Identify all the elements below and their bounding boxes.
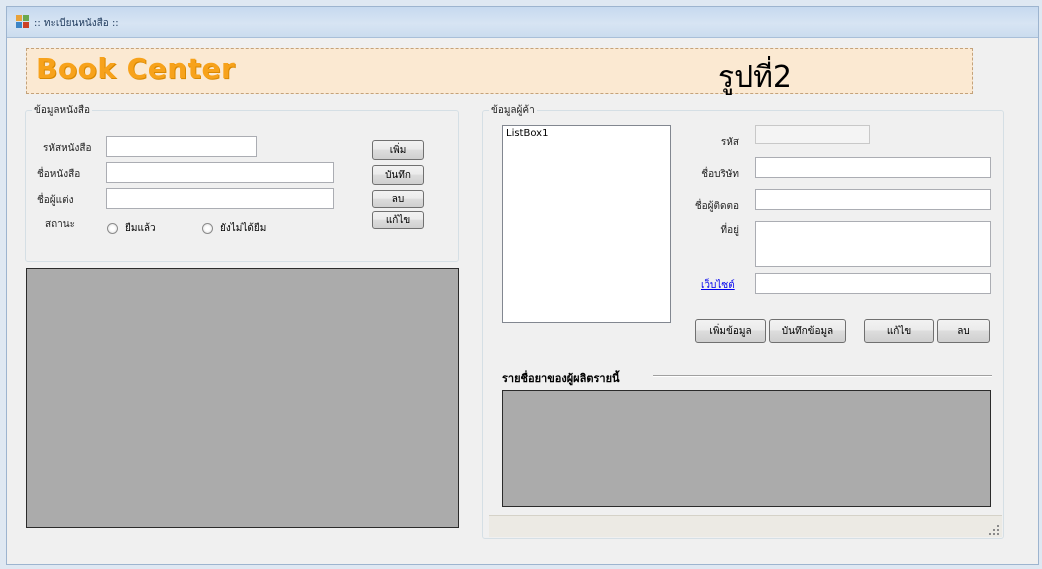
supplier-edit-button[interactable]: แก้ไข <box>864 319 934 343</box>
status-not-borrowed-radio[interactable]: ยังไม่ได้ยืม <box>202 221 266 236</box>
title-bar: :: ทะเบียนหนังสือ :: <box>7 7 1038 38</box>
book-edit-button[interactable]: แก้ไข <box>372 211 424 229</box>
supplier-code-label: รหัส <box>720 137 739 148</box>
address-field[interactable] <box>755 221 991 267</box>
status-borrowed-radio[interactable]: ยืมแล้ว <box>107 221 156 236</box>
book-groupbox: ข้อมูลหนังสือ รหัสหนังสือ ชื่อหนังสือ ชื… <box>25 103 459 262</box>
supplier-listbox[interactable]: ListBox1 <box>502 125 671 323</box>
book-save-button[interactable]: บันทึก <box>372 165 424 185</box>
app-window-icon <box>16 15 30 29</box>
book-add-button[interactable]: เพิ่ม <box>372 140 424 160</box>
products-section-divider <box>653 375 992 377</box>
products-datagrid[interactable] <box>502 390 991 507</box>
window-title: :: ทะเบียนหนังสือ :: <box>34 18 119 29</box>
book-groupbox-title: ข้อมูลหนังสือ <box>32 103 92 118</box>
banner: Book Center รูปที่2 <box>26 48 973 95</box>
supplier-code-field[interactable] <box>755 125 870 144</box>
status-bar <box>489 515 1002 537</box>
contact-name-label: ชื่อผู้ติดตอ <box>694 201 739 212</box>
status-borrowed-label: ยืมแล้ว <box>125 223 156 234</box>
author-label: ชื่อผู้แต่ง <box>37 195 74 206</box>
company-name-label: ชื่อบริษัท <box>701 169 739 180</box>
book-id-label: รหัสหนังสือ <box>43 143 92 154</box>
book-name-label: ชื่อหนังสือ <box>37 169 81 180</box>
supplier-add-button[interactable]: เพิ่มข้อมูล <box>695 319 766 343</box>
contact-name-field[interactable] <box>755 189 991 210</box>
status-label: สถานะ <box>45 219 75 230</box>
books-datagrid[interactable] <box>26 268 459 528</box>
author-field[interactable] <box>106 188 334 209</box>
website-link[interactable]: เว็บไซต์ <box>701 278 735 293</box>
address-label: ที่อยู่ <box>720 225 739 236</box>
figure-label: รูปที่2 <box>718 60 793 95</box>
resize-grip-icon[interactable] <box>989 525 999 535</box>
book-name-field[interactable] <box>106 162 334 183</box>
radio-circle-icon <box>107 223 118 234</box>
supplier-delete-button[interactable]: ลบ <box>937 319 990 343</box>
status-not-borrowed-label: ยังไม่ได้ยืม <box>220 223 267 234</box>
brand-logo-text: Book Center <box>36 52 236 85</box>
radio-circle-icon <box>202 223 213 234</box>
website-field[interactable] <box>755 273 991 294</box>
supplier-save-button[interactable]: บันทึกข้อมูล <box>769 319 846 343</box>
supplier-groupbox: ข้อมูลผู้ค้า ListBox1 รหัส ชื่อบริษัท ชื… <box>482 103 1004 539</box>
main-window: :: ทะเบียนหนังสือ :: Book Center รูปที่2… <box>6 6 1039 565</box>
products-section-title: รายชื่อยาของผู้ผลิตรายนี้ <box>502 372 620 385</box>
supplier-groupbox-title: ข้อมูลผู้ค้า <box>489 103 537 118</box>
company-name-field[interactable] <box>755 157 991 178</box>
book-id-field[interactable] <box>106 136 257 157</box>
book-delete-button[interactable]: ลบ <box>372 190 424 208</box>
list-item[interactable]: ListBox1 <box>506 128 548 139</box>
